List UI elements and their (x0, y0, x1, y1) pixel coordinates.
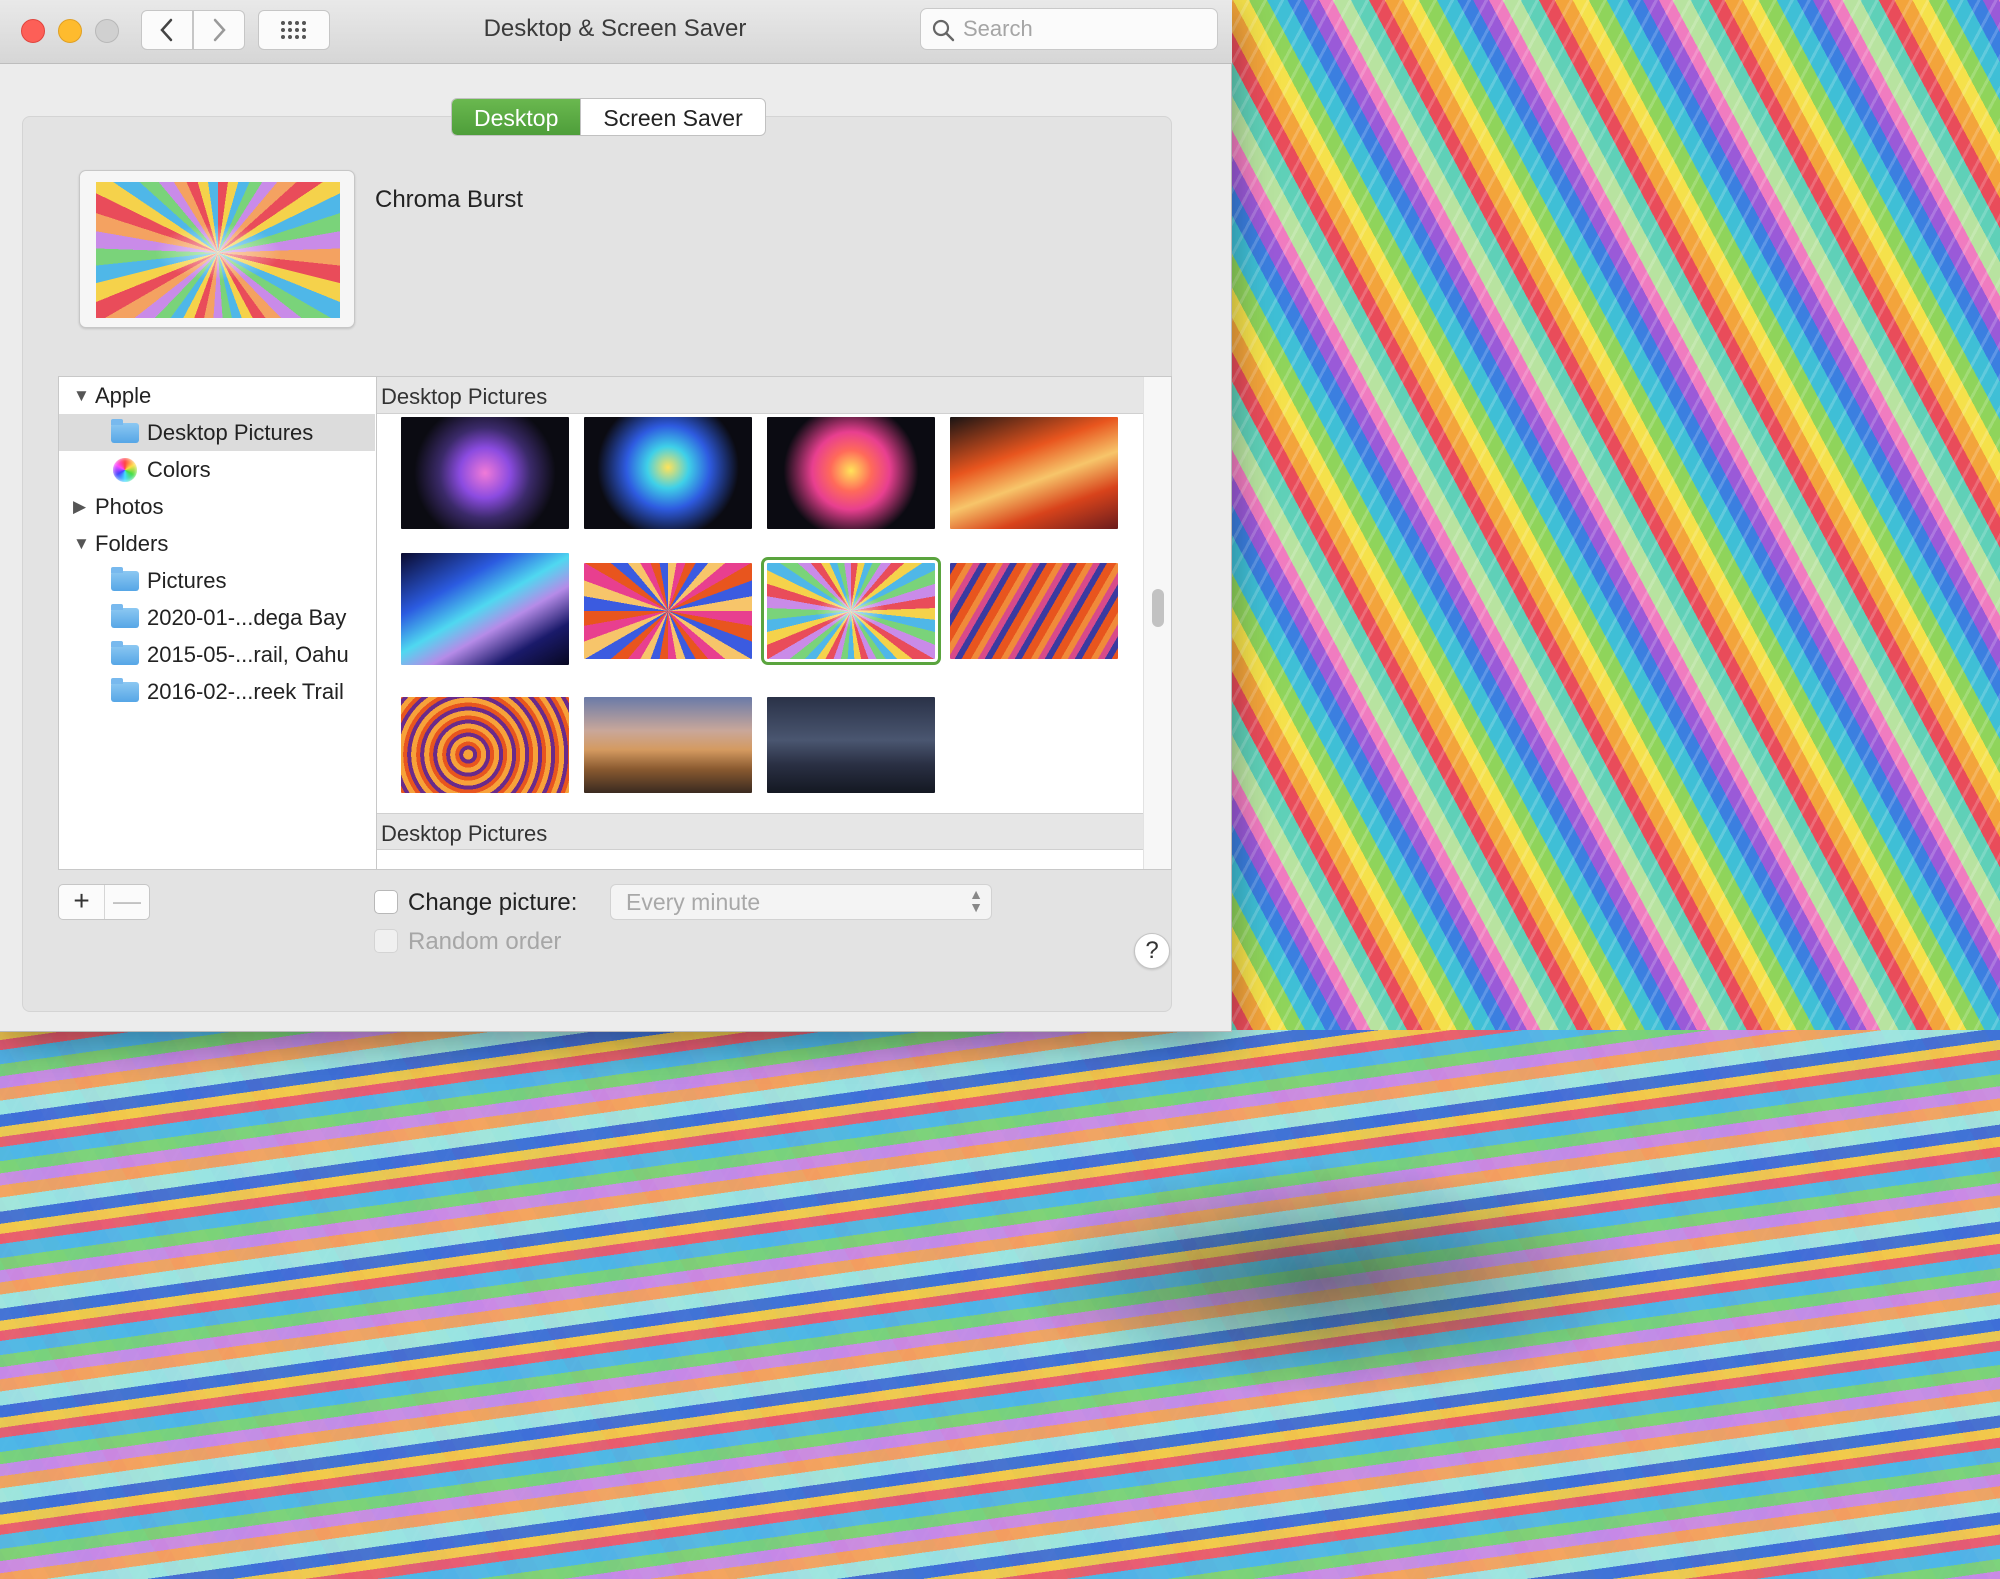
wallpaper-thumbnail[interactable] (401, 697, 569, 793)
source-group-photos[interactable]: ▶ Photos (59, 488, 375, 525)
search-icon (932, 19, 955, 42)
help-button[interactable]: ? (1134, 933, 1170, 969)
random-order-label: Random order (408, 928, 562, 955)
wallpaper-name: Chroma Burst (375, 186, 524, 213)
folder-icon (111, 604, 139, 628)
wallpaper-thumbnail[interactable] (767, 697, 935, 793)
minimize-window-button[interactable] (58, 19, 82, 43)
add-remove-buttons: + — (58, 884, 150, 920)
search-input[interactable] (963, 15, 1203, 43)
source-group-folders[interactable]: ▼ Folders (59, 525, 375, 562)
change-picture-checkbox[interactable] (374, 890, 398, 914)
folder-icon (111, 641, 139, 665)
zoom-window-button[interactable] (95, 19, 119, 43)
tab-bar: Desktop Screen Saver (451, 98, 766, 136)
source-item-colors[interactable]: Colors (59, 451, 375, 488)
show-all-button[interactable] (258, 10, 330, 50)
title-bar: Desktop & Screen Saver (0, 0, 1232, 64)
interval-popup[interactable]: Every minute ▲ ▼ (610, 884, 992, 920)
folder-icon (111, 419, 139, 443)
colors-icon (113, 458, 137, 482)
add-folder-button[interactable]: + (59, 885, 104, 919)
wallpaper-thumbnail[interactable] (401, 417, 569, 529)
wallpaper-thumbnail[interactable] (584, 697, 752, 793)
disclosure-open-icon[interactable]: ▼ (73, 377, 90, 414)
wallpaper-thumbnail[interactable] (950, 563, 1118, 659)
wallpaper-thumbnail[interactable] (950, 417, 1118, 529)
pictures-folder-icon (111, 567, 139, 591)
interval-value: Every minute (626, 889, 761, 915)
remove-folder-button[interactable]: — (103, 885, 149, 919)
wallpaper-thumbnail[interactable] (767, 417, 935, 529)
chevron-left-icon (160, 18, 173, 42)
source-list: ▼ Apple Desktop Pictures Colors ▶ Photos… (58, 376, 376, 870)
preview-image (96, 182, 340, 318)
chevron-right-icon (213, 18, 226, 42)
section-header: Desktop Pictures (377, 813, 1143, 850)
source-item-pictures[interactable]: Pictures (59, 562, 375, 599)
back-button[interactable] (141, 10, 193, 50)
source-item-folder[interactable]: 2015-05-...rail, Oahu (59, 636, 375, 673)
source-item-folder[interactable]: 2016-02-...reek Trail (59, 673, 375, 710)
desktop-wallpaper (0, 1030, 2000, 1579)
picture-grid: Desktop Pictures Desktop Pictures (376, 376, 1172, 870)
scrollbar[interactable] (1143, 377, 1171, 869)
source-item-desktop-pictures[interactable]: Desktop Pictures (59, 414, 375, 451)
search-field[interactable] (920, 8, 1218, 50)
scroll-thumb[interactable] (1152, 589, 1164, 627)
preferences-window: Desktop & Screen Saver Desktop Screen Sa… (0, 0, 1232, 1032)
grid-icon (281, 21, 306, 39)
window-title: Desktop & Screen Saver (483, 15, 747, 42)
disclosure-closed-icon[interactable]: ▶ (73, 488, 86, 525)
tab-screen-saver[interactable]: Screen Saver (580, 99, 764, 135)
folder-icon (111, 678, 139, 702)
popup-arrows-icon: ▲ ▼ (969, 886, 983, 915)
source-group-apple[interactable]: ▼ Apple (59, 377, 375, 414)
wallpaper-thumbnail[interactable] (401, 553, 569, 665)
wallpaper-thumbnail[interactable] (584, 417, 752, 529)
source-item-folder[interactable]: 2020-01-...dega Bay (59, 599, 375, 636)
wallpaper-preview (79, 170, 355, 328)
change-picture-label: Change picture: (408, 889, 578, 916)
wallpaper-thumbnail-selected[interactable] (761, 557, 941, 665)
close-window-button[interactable] (21, 19, 45, 43)
disclosure-open-icon[interactable]: ▼ (73, 525, 90, 562)
section-header: Desktop Pictures (377, 377, 1143, 414)
random-order-checkbox[interactable] (374, 929, 398, 953)
tab-desktop[interactable]: Desktop (452, 99, 581, 135)
forward-button[interactable] (193, 10, 245, 50)
wallpaper-thumbnail[interactable] (584, 563, 752, 659)
